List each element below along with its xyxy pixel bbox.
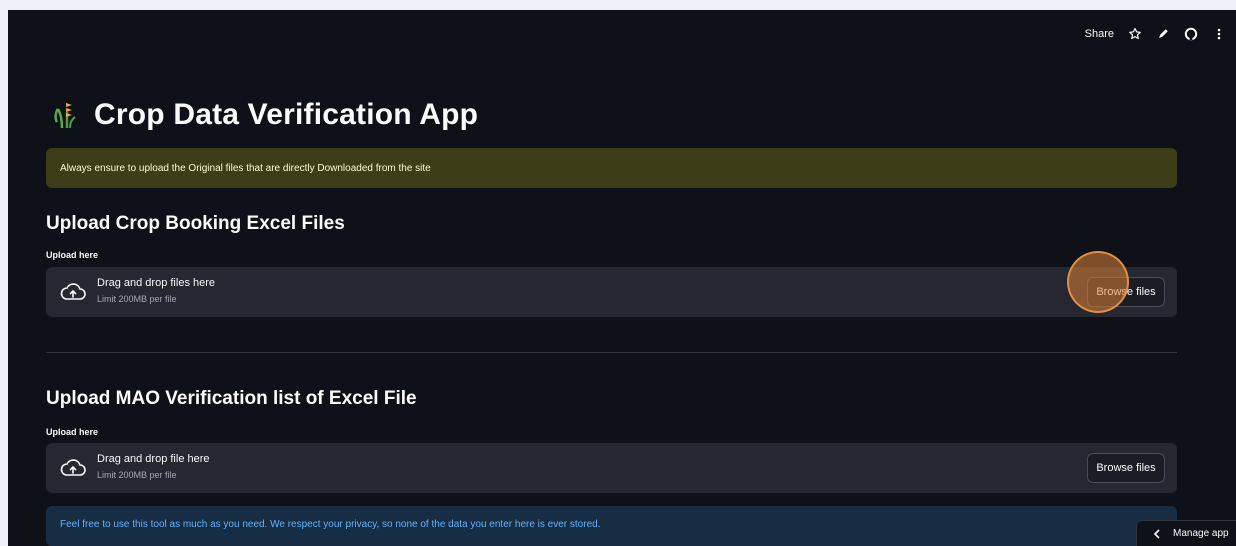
share-button[interactable]: Share [1085,28,1114,40]
browse-files-button-mao-verification[interactable]: Browse files [1087,453,1165,483]
cloud-upload-icon [60,459,86,476]
page-title: Crop Data Verification App [94,98,479,131]
cloud-upload-icon [60,283,86,300]
page-header: Crop Data Verification App [54,98,478,132]
dropzone-instruction: Drag and drop files here [97,277,216,289]
more-vertical-icon[interactable] [1212,27,1226,41]
upload-label-mao-verification: Upload here [46,427,99,437]
github-icon[interactable] [1184,27,1198,41]
upload-label-crop-booking: Upload here [46,250,99,260]
top-toolbar: Share [1085,24,1226,44]
star-icon[interactable] [1128,27,1142,41]
pencil-icon[interactable] [1156,27,1170,41]
warning-text: Always ensure to upload the Original fil… [60,162,431,174]
info-alert: Feel free to use this tool as much as yo… [46,506,1177,546]
dropzone-limit: Limit 200MB per file [97,294,177,304]
section-title-crop-booking: Upload Crop Booking Excel Files [46,213,345,234]
manage-app-label: Manage app [1173,528,1229,539]
dropzone-limit: Limit 200MB per file [97,470,177,480]
app-window: Share Crop Data Verification App Always … [8,10,1236,546]
crop-icon [54,103,76,129]
dropzone-instruction: Drag and drop file here [97,453,210,465]
info-text: Feel free to use this tool as much as yo… [60,519,601,530]
section-divider [46,352,1177,353]
file-dropzone-mao-verification[interactable]: Drag and drop file here Limit 200MB per … [46,443,1177,493]
section-title-mao-verification: Upload MAO Verification list of Excel Fi… [46,388,417,409]
manage-app-button[interactable]: Manage app [1136,520,1236,546]
chevron-left-icon [1153,528,1160,539]
browse-files-button-crop-booking[interactable]: Browse files [1087,277,1165,307]
file-dropzone-crop-booking[interactable]: Drag and drop files here Limit 200MB per… [46,267,1177,317]
warning-alert: Always ensure to upload the Original fil… [46,148,1177,188]
